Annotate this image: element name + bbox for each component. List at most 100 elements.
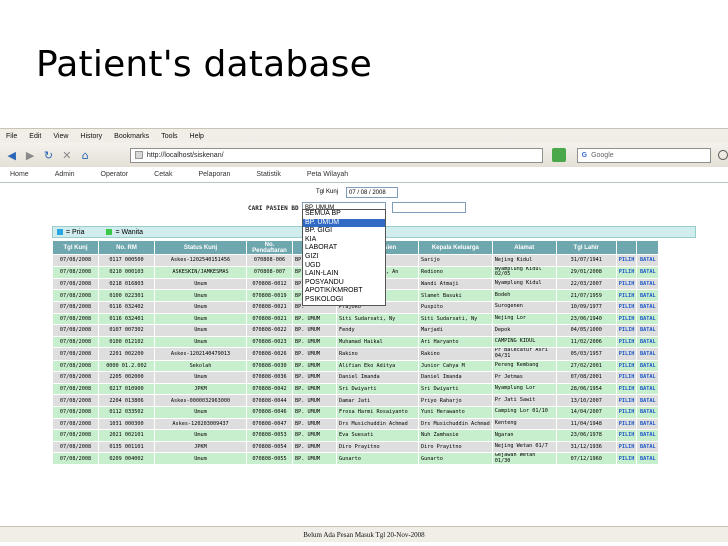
pilih-link[interactable]: PILIH: [615, 371, 638, 384]
menu-help[interactable]: Help: [190, 133, 204, 140]
table-cell: 0210 000103: [98, 265, 155, 279]
batal-link[interactable]: BATAL: [636, 405, 660, 419]
table-cell: Diro Prayitno: [336, 440, 419, 454]
table-cell: Marjadi: [418, 324, 493, 337]
bp-option[interactable]: BP. UMUM: [303, 218, 385, 228]
table-row: 07/08/2008 0000 01.2.002 Sekolah 070808-003…: [52, 359, 660, 373]
pilih-link[interactable]: PILIH: [615, 417, 638, 431]
table-cell: ASKESKIN/JAMKESMAS: [154, 265, 247, 279]
table-cell: 2201 002200: [98, 347, 155, 361]
batal-link[interactable]: BATAL: [636, 359, 660, 373]
table-cell: 07/08/2001: [555, 371, 617, 384]
menu-tools[interactable]: Tools: [161, 133, 177, 140]
nav-operator[interactable]: Operator: [101, 171, 129, 178]
search-input[interactable]: G Google: [576, 147, 712, 163]
batal-link[interactable]: BATAL: [636, 382, 660, 396]
bp-option[interactable]: SEMUA BP: [303, 210, 385, 219]
forward-arrow-icon[interactable]: ▶: [22, 147, 37, 163]
batal-link[interactable]: BATAL: [636, 371, 660, 384]
bp-option[interactable]: GIZI: [303, 253, 385, 262]
table-cell: Umum: [154, 289, 247, 302]
status-bar: Belum Ada Pesan Masuk Tgl 20-Nov-2008: [0, 526, 728, 542]
search-magnifier-icon[interactable]: [718, 150, 728, 160]
bp-option[interactable]: KIA: [303, 236, 385, 245]
patient-name-input[interactable]: [392, 202, 466, 213]
table-cell: BP. UMUM: [292, 405, 337, 419]
table-cell: BP. UMUM: [292, 417, 337, 431]
pilih-link[interactable]: PILIH: [615, 335, 638, 349]
pilih-link[interactable]: PILIH: [615, 347, 638, 361]
pilih-link[interactable]: PILIH: [615, 440, 638, 454]
bp-option[interactable]: LABORAT: [303, 244, 385, 253]
menu-bookmarks[interactable]: Bookmarks: [114, 133, 149, 140]
batal-link[interactable]: BATAL: [636, 324, 660, 337]
go-button-icon[interactable]: [552, 148, 566, 162]
batal-link[interactable]: BATAL: [636, 312, 660, 326]
bp-option[interactable]: APOTIK/KMROBT: [303, 287, 385, 296]
stop-icon[interactable]: ✕: [59, 147, 74, 163]
bp-option[interactable]: POSYANDU: [303, 279, 385, 288]
menu-view[interactable]: View: [53, 133, 68, 140]
table-cell: BP. UMUM: [292, 312, 337, 326]
pilih-link[interactable]: PILIH: [615, 254, 638, 267]
tgl-kunj-label: Tgl Kunj: [316, 189, 339, 195]
pilih-link[interactable]: PILIH: [615, 289, 638, 302]
pilih-link[interactable]: PILIH: [615, 312, 638, 326]
col-kepala-keluarga: Kepala Keluarga: [418, 240, 493, 255]
batal-link[interactable]: BATAL: [636, 417, 660, 431]
table-cell: 0218 016803: [98, 277, 155, 291]
pilih-link[interactable]: PILIH: [615, 405, 638, 419]
bp-option[interactable]: PSIKOLOGI: [303, 296, 385, 305]
col-tgl-kunj: Tgl Kunj: [52, 240, 99, 255]
nav-peta-wilayah[interactable]: Peta Wilayah: [307, 171, 348, 178]
home-icon[interactable]: ⌂: [78, 147, 93, 163]
table-cell: Askes-120203009437: [154, 417, 247, 431]
menu-history[interactable]: History: [80, 133, 102, 140]
table-cell: Pereng Kembang: [491, 359, 557, 373]
bp-option[interactable]: BP. GIGI: [303, 227, 385, 236]
table-cell: Damar Jati: [336, 394, 419, 407]
table-cell: 0116 032401: [98, 312, 155, 326]
table-cell: BP. UMUM: [292, 335, 337, 349]
pilih-link[interactable]: PILIH: [615, 452, 638, 466]
bp-option[interactable]: LAIN-LAIN: [303, 270, 385, 279]
nav-admin[interactable]: Admin: [55, 171, 75, 178]
pilih-link[interactable]: PILIH: [615, 300, 638, 314]
pilih-link[interactable]: PILIH: [615, 429, 638, 442]
batal-link[interactable]: BATAL: [636, 347, 660, 361]
batal-link[interactable]: BATAL: [636, 265, 660, 279]
nav-statistik[interactable]: Statistik: [256, 171, 281, 178]
browser-window: File Edit View History Bookmarks Tools H…: [0, 128, 728, 542]
batal-link[interactable]: BATAL: [636, 452, 660, 466]
pilih-link[interactable]: PILIH: [615, 324, 638, 337]
table-cell: 1031 000300: [98, 417, 155, 431]
table-cell: Pr Balecatur Asri 04/31: [491, 347, 557, 361]
table-cell: Askes-1202540151456: [154, 254, 247, 267]
pilih-link[interactable]: PILIH: [615, 394, 638, 407]
batal-link[interactable]: BATAL: [636, 394, 660, 407]
batal-link[interactable]: BATAL: [636, 300, 660, 314]
nav-cetak[interactable]: Cetak: [154, 171, 172, 178]
pilih-link[interactable]: PILIH: [615, 359, 638, 373]
nav-pelaporan[interactable]: Pelaporan: [198, 171, 230, 178]
batal-link[interactable]: BATAL: [636, 335, 660, 349]
reload-icon[interactable]: ↻: [41, 147, 56, 163]
menu-file[interactable]: File: [6, 133, 17, 140]
back-arrow-icon[interactable]: ◀: [4, 147, 19, 163]
batal-link[interactable]: BATAL: [636, 277, 660, 291]
pilih-link[interactable]: PILIH: [615, 382, 638, 396]
tgl-kunj-select[interactable]: 07 / 08 / 2008: [346, 187, 398, 198]
menu-edit[interactable]: Edit: [29, 133, 41, 140]
batal-link[interactable]: BATAL: [636, 289, 660, 302]
pilih-link[interactable]: PILIH: [615, 277, 638, 291]
table-cell: 07/08/2008: [52, 371, 99, 384]
batal-link[interactable]: BATAL: [636, 429, 660, 442]
table-cell: Ngaran: [491, 429, 557, 442]
batal-link[interactable]: BATAL: [636, 254, 660, 267]
nav-home[interactable]: Home: [10, 171, 29, 178]
pilih-link[interactable]: PILIH: [615, 265, 638, 279]
batal-link[interactable]: BATAL: [636, 440, 660, 454]
bp-option[interactable]: UGD: [303, 262, 385, 271]
url-bar[interactable]: http://localhost/siskenan/: [129, 147, 544, 163]
table-cell: Umum: [154, 371, 247, 384]
